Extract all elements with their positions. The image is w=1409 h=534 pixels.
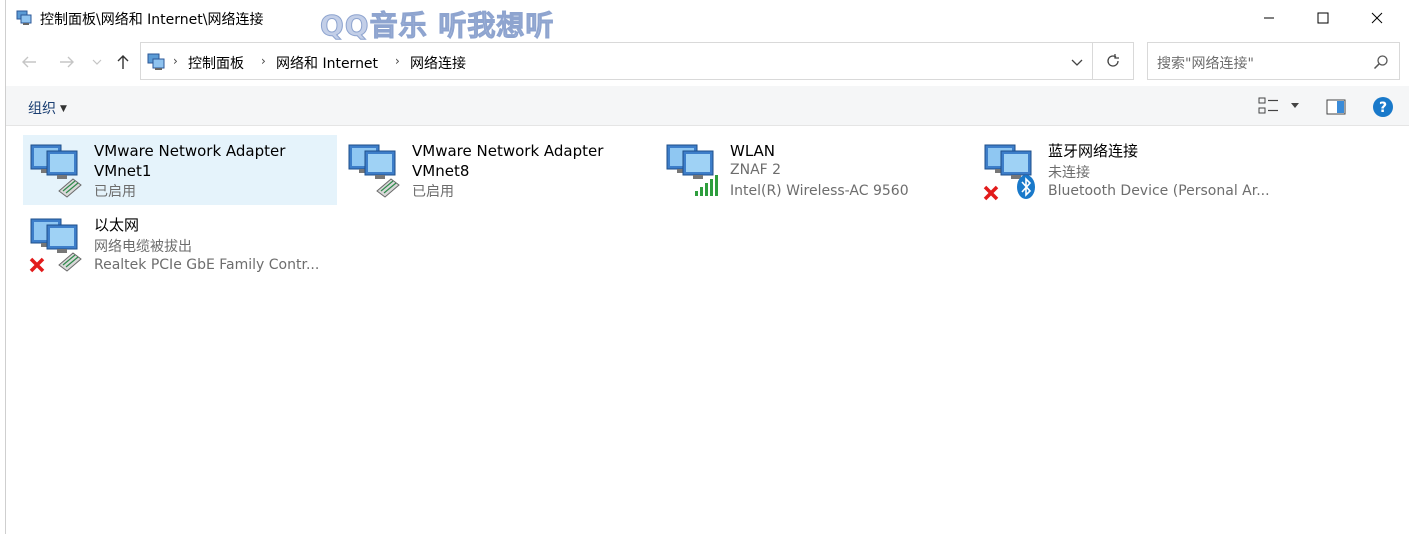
chevron-right-icon: › (261, 54, 266, 68)
connections-list: VMware Network Adapter VMnet1 已启用 VMware… (6, 127, 1409, 534)
connection-name: 以太网 (94, 216, 140, 234)
connection-item-vmnet8[interactable]: VMware Network Adapter VMnet8 已启用 (341, 135, 655, 205)
maximize-button[interactable] (1299, 0, 1347, 36)
organize-label: 组织 (28, 101, 56, 117)
network-connections-icon (16, 10, 32, 25)
connection-name: WLAN (730, 142, 776, 160)
recent-locations-button[interactable] (90, 52, 104, 72)
breadcrumb-control-panel[interactable]: 控制面板 (188, 53, 244, 73)
navigation-bar: › 控制面板 › 网络和 Internet › 网络连接 搜索"网络连接" (6, 38, 1409, 86)
help-icon[interactable]: ? (1372, 96, 1394, 118)
change-view-icon[interactable] (1258, 97, 1280, 115)
connection-device: Realtek PCIe GbE Family Contr... (94, 257, 320, 273)
minimize-button[interactable] (1245, 0, 1293, 36)
network-connections-icon (147, 53, 165, 70)
connection-name-line2: VMnet1 (94, 162, 152, 180)
arrow-right-icon (60, 56, 74, 68)
chevron-right-icon: › (395, 54, 400, 68)
connection-name-line2: VMnet8 (412, 162, 470, 180)
connection-status: 未连接 (1048, 165, 1090, 181)
refresh-icon (1107, 54, 1119, 67)
caret-down-icon[interactable] (1290, 100, 1300, 110)
connection-device: Bluetooth Device (Personal Ar... (1048, 183, 1270, 199)
chevron-right-icon: › (173, 54, 178, 68)
preview-pane-icon[interactable] (1326, 99, 1346, 115)
connection-status: 已启用 (412, 184, 454, 200)
connection-status: 已启用 (94, 184, 136, 200)
refresh-button[interactable] (1093, 42, 1134, 80)
up-button[interactable] (112, 52, 134, 72)
arrow-up-icon (117, 55, 129, 69)
connection-item-ethernet[interactable]: 以太网 网络电缆被拔出 Realtek PCIe GbE Family Cont… (23, 209, 337, 279)
command-bar: 组织 ▼ ? (6, 86, 1409, 126)
connection-item-wlan[interactable]: WLAN ZNAF 2 Intel(R) Wireless-AC 9560 (659, 135, 973, 205)
breadcrumb-network-internet[interactable]: 网络和 Internet (276, 53, 378, 73)
minimize-icon (1264, 17, 1274, 19)
address-bar[interactable]: › 控制面板 › 网络和 Internet › 网络连接 (140, 42, 1093, 80)
search-icon[interactable] (1373, 54, 1389, 70)
connection-name: VMware Network Adapter VMnet1 (94, 141, 334, 181)
back-button[interactable] (18, 52, 40, 72)
ethernet-icon (29, 218, 82, 273)
title-bar[interactable]: 控制面板\网络和 Internet\网络连接 QQ音乐 听我想听 (6, 0, 1409, 43)
close-icon (1371, 12, 1383, 24)
search-placeholder: 搜索"网络连接" (1157, 56, 1254, 72)
connection-device: Intel(R) Wireless-AC 9560 (730, 183, 909, 199)
maximize-icon (1317, 12, 1329, 24)
window-title: 控制面板\网络和 Internet\网络连接 (40, 12, 264, 28)
bluetooth-network-icon (983, 144, 1035, 201)
connection-name: 蓝牙网络连接 (1048, 142, 1139, 160)
chevron-down-icon[interactable] (1070, 55, 1084, 69)
arrow-left-icon (22, 56, 36, 68)
svg-text:?: ? (1379, 100, 1387, 116)
chevron-down-icon (92, 59, 102, 65)
caret-down-icon: ▼ (60, 104, 67, 114)
connection-status: 网络电缆被拔出 (94, 239, 192, 255)
connection-name: VMware Network Adapter VMnet8 (412, 141, 652, 181)
connection-name-line1: VMware Network Adapter (412, 142, 604, 160)
organize-menu-button[interactable]: 组织 ▼ (28, 98, 67, 118)
search-input[interactable]: 搜索"网络连接" (1147, 42, 1400, 80)
close-button[interactable] (1353, 0, 1401, 36)
network-connections-window: 控制面板\网络和 Internet\网络连接 QQ音乐 听我想听 › 控制面板 … (6, 0, 1409, 534)
connection-item-vmnet1[interactable]: VMware Network Adapter VMnet1 已启用 (23, 135, 337, 205)
breadcrumb-network-connections[interactable]: 网络连接 (410, 53, 466, 73)
connection-name-line1: VMware Network Adapter (94, 142, 286, 160)
connection-status: ZNAF 2 (730, 162, 782, 178)
forward-button[interactable] (56, 52, 78, 72)
vmware-adapter-icon (30, 144, 82, 198)
vmware-adapter-icon (348, 144, 400, 198)
wlan-icon (666, 144, 718, 196)
connection-item-bluetooth[interactable]: 蓝牙网络连接 未连接 Bluetooth Device (Personal Ar… (977, 135, 1291, 205)
